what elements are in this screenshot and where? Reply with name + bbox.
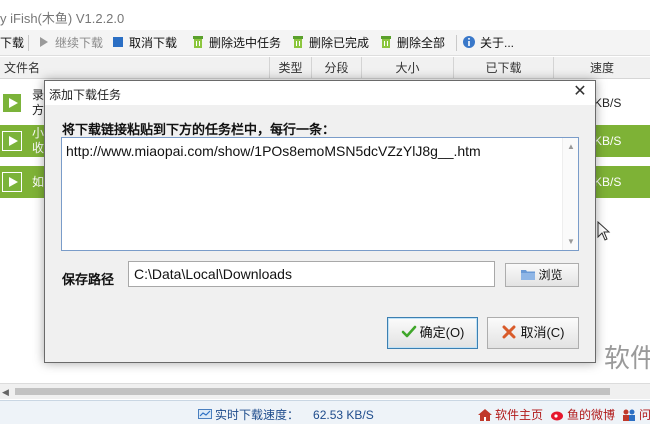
row-speed: KB/S — [594, 96, 622, 110]
url-input-scrollbar[interactable]: ▲ ▼ — [562, 138, 578, 250]
url-input[interactable]: http://www.miaopai.com/show/1POs8emoMSN5… — [62, 138, 564, 250]
about-button[interactable]: 关于... — [462, 35, 514, 51]
delete-all-button[interactable]: 删除全部 — [379, 35, 445, 51]
watermark-text: 软件 — [604, 344, 650, 374]
browse-label: 浏览 — [538, 268, 563, 282]
home-icon — [478, 409, 492, 421]
dialog-titlebar: 添加下载任务 ✕ — [45, 81, 595, 105]
checkmark-icon — [401, 321, 417, 351]
row-speed: KB/S — [594, 175, 622, 189]
more-link[interactable]: 问 — [622, 406, 650, 423]
scroll-up-icon[interactable]: ▲ — [567, 142, 575, 151]
column-filename[interactable]: 文件名 — [0, 57, 269, 79]
scroll-left-icon[interactable]: ◀ — [2, 387, 9, 398]
save-path-label: 保存路径 — [62, 272, 115, 287]
folder-icon — [521, 265, 536, 280]
column-type[interactable]: 类型 — [269, 57, 311, 79]
status-bar: 实时下载速度： 62.53 KB/S 软件主页 鱼的微博 问 — [0, 400, 650, 424]
speed-value: 62.53 KB/S — [313, 408, 374, 422]
cancel-download-button[interactable]: 取消下载 — [111, 35, 177, 51]
group-icon — [622, 409, 636, 421]
cancel-download-label: 取消下载 — [129, 36, 178, 50]
more-label: 问 — [639, 408, 650, 422]
weibo-label: 鱼的微博 — [567, 408, 616, 422]
save-path-input[interactable] — [129, 262, 494, 286]
scrollbar-thumb[interactable] — [15, 388, 610, 395]
cancel-button[interactable]: 取消(C) — [487, 317, 579, 349]
column-segments[interactable]: 分段 — [311, 57, 361, 79]
column-size[interactable]: 大小 — [361, 57, 453, 79]
column-speed[interactable]: 速度 — [553, 57, 650, 79]
browse-button[interactable]: 浏览 — [505, 263, 579, 287]
save-path-field — [128, 261, 495, 287]
main-toolbar: 下载 继续下载 取消下载 删除选中任务 删除已完成 删除全部 关于... — [0, 30, 650, 56]
about-label: 关于... — [480, 36, 515, 50]
recycle-bin-icon — [291, 35, 305, 49]
close-x-icon — [501, 321, 517, 351]
delete-all-label: 删除全部 — [397, 36, 446, 50]
download-label: 下载 — [0, 36, 25, 50]
close-icon[interactable]: ✕ — [569, 81, 591, 103]
resume-button[interactable]: 继续下载 — [37, 35, 103, 51]
delete-selected-button[interactable]: 删除选中任务 — [191, 35, 281, 51]
instruction-text: 将下载链接粘贴到下方的任务栏中，每行一条： — [62, 122, 336, 137]
play-icon — [37, 35, 51, 49]
stop-icon — [111, 35, 125, 49]
dialog-title: 添加下载任务 — [49, 88, 122, 102]
monitor-icon — [198, 409, 212, 421]
scroll-down-icon[interactable]: ▼ — [567, 237, 575, 246]
ok-label: 确定(O) — [419, 325, 465, 340]
weibo-icon — [550, 409, 564, 421]
delete-completed-label: 删除已完成 — [309, 36, 370, 50]
cancel-label: 取消(C) — [520, 325, 565, 340]
delete-selected-label: 删除选中任务 — [209, 36, 282, 50]
ok-button[interactable]: 确定(O) — [387, 317, 478, 349]
homepage-label: 软件主页 — [495, 408, 544, 422]
task-list-header: 文件名 类型 分段 大小 已下载 速度 — [0, 57, 650, 79]
recycle-bin-icon — [379, 35, 393, 49]
download-button[interactable]: 下载 — [0, 35, 24, 51]
resume-label: 继续下载 — [55, 36, 104, 50]
row-speed: KB/S — [594, 134, 622, 148]
dialog-body: 将下载链接粘贴到下方的任务栏中，每行一条： http://www.miaopai… — [45, 105, 595, 362]
homepage-link[interactable]: 软件主页 — [478, 406, 543, 423]
toolbar-divider — [28, 35, 29, 51]
delete-completed-button[interactable]: 删除已完成 — [291, 35, 369, 51]
recycle-bin-icon — [191, 35, 205, 49]
play-icon[interactable] — [2, 93, 22, 113]
url-input-area: http://www.miaopai.com/show/1POs8emoMSN5… — [61, 137, 579, 251]
add-task-dialog: 添加下载任务 ✕ 将下载链接粘贴到下方的任务栏中，每行一条： http://ww… — [44, 80, 596, 363]
column-downloaded[interactable]: 已下载 — [453, 57, 553, 79]
app-title: y iFish(木鱼) V1.2.2.0 — [0, 11, 125, 26]
weibo-link[interactable]: 鱼的微博 — [550, 406, 615, 423]
app-titlebar: y iFish(木鱼) V1.2.2.0 — [0, 0, 650, 30]
download-speed-status: 实时下载速度： 62.53 KB/S — [198, 406, 374, 423]
toolbar-divider — [456, 35, 457, 51]
horizontal-scrollbar[interactable]: ◀ — [0, 383, 650, 399]
play-icon[interactable] — [2, 131, 22, 151]
info-icon — [462, 35, 476, 49]
play-icon[interactable] — [2, 172, 22, 192]
speed-label: 实时下载速度： — [215, 408, 300, 422]
mouse-cursor-icon — [597, 221, 611, 241]
